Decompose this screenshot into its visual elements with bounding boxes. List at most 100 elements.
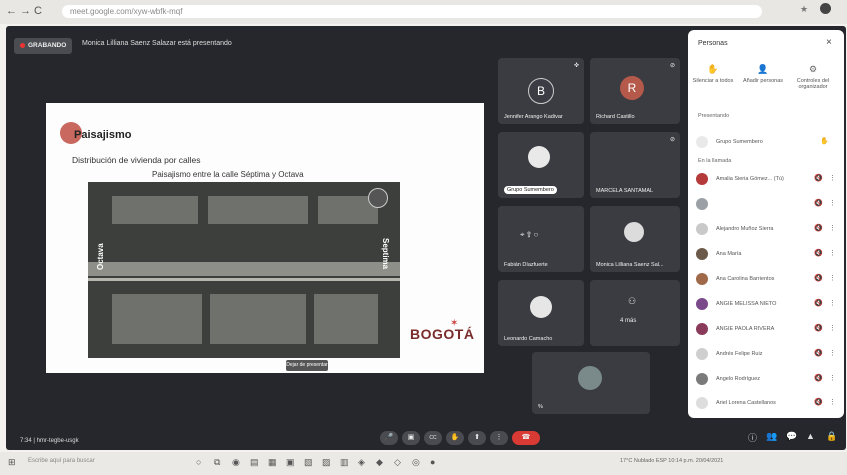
presenting-row[interactable]: Grupo Sumembero ✋ (696, 136, 836, 150)
more-icon[interactable]: ⋮ (829, 199, 836, 207)
app-icon[interactable]: ◈ (358, 457, 365, 468)
store-icon[interactable]: ▤ (250, 457, 259, 468)
tile-name: MARCELA SANTAMAL (596, 188, 654, 194)
raise-hand-button[interactable]: ✋ (446, 431, 464, 445)
more-icon[interactable]: ⋮ (829, 349, 836, 357)
participant-row[interactable]: Ana María 🔇 ⋮ (696, 248, 836, 262)
people-icon: ⚇ (628, 296, 637, 306)
leave-call-button[interactable]: ☎ (512, 431, 540, 445)
chrome-icon[interactable]: ◉ (232, 457, 240, 468)
mic-off-icon[interactable]: 🔇 (814, 274, 823, 282)
participant-tile[interactable]: ⌖ ⇧ ○ Fabián Díazfuerte (498, 206, 584, 272)
host-controls-button[interactable]: ⚙ Controles del organizador (790, 64, 836, 90)
microphone-icon: 🎤 (384, 434, 394, 441)
participant-tile[interactable]: Grupo Sumembero (498, 132, 584, 198)
participant-tile[interactable]: B ✜ Jennifer Arango Kadivar (498, 58, 584, 124)
more-icon[interactable]: ⋮ (829, 398, 836, 406)
panel-title: Personas (698, 40, 728, 47)
participant-tile[interactable]: Monica Lilliana Saenz Sal... (590, 206, 680, 272)
participant-row[interactable]: 🔇 ⋮ (696, 198, 836, 212)
chat-icon[interactable]: 💬 (786, 431, 797, 442)
tile-name: Jennifer Arango Kadivar (504, 114, 563, 120)
powerpoint-icon[interactable]: ▨ (322, 457, 331, 468)
participant-tile[interactable]: R ⊘ Richard Castillo (590, 58, 680, 124)
task-view-icon[interactable]: ⧉ (214, 457, 220, 468)
participant-row[interactable]: Alejandro Muñoz Sierra 🔇 ⋮ (696, 223, 836, 237)
participant-row[interactable]: Andrés Felipe Ruiz 🔇 ⋮ (696, 348, 836, 362)
more-icon[interactable]: ⋮ (829, 174, 836, 182)
more-options-button[interactable]: ⋮ (490, 431, 508, 445)
taskbar-search[interactable]: Escribe aquí para buscar (28, 458, 178, 464)
mic-off-icon[interactable]: 🔇 (814, 199, 823, 207)
pin-icon[interactable]: ✜ (574, 62, 579, 69)
more-icon[interactable]: ⋮ (829, 374, 836, 382)
present-button[interactable]: ⬆ (468, 431, 486, 445)
excel-icon[interactable]: ▧ (304, 457, 313, 468)
windows-start-icon[interactable]: ⊞ (8, 457, 16, 468)
mic-off-icon[interactable]: 🔇 (814, 398, 823, 406)
mute-all-button[interactable]: ✋ Silenciar a todos (690, 64, 736, 84)
more-icon[interactable]: ⋮ (829, 324, 836, 332)
app-icon[interactable]: ◎ (412, 457, 420, 468)
tile-name: Richard Castillo (596, 114, 635, 120)
system-tray[interactable]: 17°C Nublado ESP 10:14 p.m. 20/04/2021 (620, 458, 723, 464)
mic-off-icon[interactable]: 🔇 (814, 249, 823, 257)
back-icon[interactable]: ← (6, 5, 17, 17)
compass-icon (368, 188, 388, 208)
tile-controls-icon[interactable]: ⌖ ⇧ ○ (520, 230, 538, 240)
forward-icon[interactable]: → (20, 5, 31, 17)
presenting-label: Monica Lilliana Saenz Salazar está prese… (82, 40, 232, 47)
mic-off-icon[interactable]: 🔇 (814, 324, 823, 332)
participant-row[interactable]: Ana Carolina Barrientos 🔇 ⋮ (696, 273, 836, 287)
mic-off-icon[interactable]: 🔇 (814, 349, 823, 357)
mic-button[interactable]: 🎤 (380, 431, 398, 445)
more-icon[interactable]: ⋮ (829, 224, 836, 232)
explorer-icon[interactable]: ▦ (268, 457, 277, 468)
mic-off-icon: ⊘ (669, 63, 675, 69)
camera-button[interactable]: ▣ (402, 431, 420, 445)
app-icon[interactable]: ▥ (340, 457, 349, 468)
close-icon[interactable]: × (826, 37, 832, 48)
tile-name: Monica Lilliana Saenz Sal... (596, 262, 664, 268)
word-icon[interactable]: ▣ (286, 457, 295, 468)
profile-avatar[interactable] (820, 3, 831, 14)
mic-off-icon[interactable]: 🔇 (814, 299, 823, 307)
stop-presenting-button[interactable]: Dejar de presentar (286, 360, 328, 371)
more-icon[interactable]: ⋮ (829, 299, 836, 307)
mic-off-icon[interactable]: 🔇 (814, 374, 823, 382)
participant-row[interactable]: Angelo Rodríguez 🔇 ⋮ (696, 373, 836, 387)
activities-icon[interactable]: ▲ (806, 431, 815, 441)
app-icon[interactable]: ● (430, 457, 435, 467)
mic-off-icon[interactable]: 🔇 (814, 224, 823, 232)
participant-name: Andrés Felipe Ruiz (716, 351, 763, 357)
participant-row[interactable]: ANGIE PAOLA RIVERA 🔇 ⋮ (696, 323, 836, 337)
cortana-icon[interactable]: ○ (196, 457, 201, 467)
slide-caption: Paisajismo entre la calle Séptima y Octa… (152, 170, 304, 179)
avatar (696, 136, 708, 148)
info-icon[interactable]: ⓘ (748, 431, 757, 444)
app-icon[interactable]: ◇ (394, 457, 401, 468)
self-tile[interactable]: % (532, 352, 650, 414)
slide-subtitle: Distribución de vivienda por calles (72, 155, 201, 165)
reload-icon[interactable]: C (34, 5, 42, 17)
lock-icon[interactable]: 🔒 (826, 431, 837, 442)
add-people-button[interactable]: 👤 Añadir personas (740, 64, 786, 84)
captions-button[interactable]: CC (424, 431, 442, 445)
participant-tile[interactable]: Leonardo Camacho (498, 280, 584, 346)
more-icon[interactable]: ⋮ (829, 274, 836, 282)
more-icon[interactable]: ⋮ (829, 249, 836, 257)
avatar: R (620, 76, 644, 100)
participant-row[interactable]: Ariel Lorena Castellanos 🔇 ⋮ (696, 397, 836, 411)
participant-tile[interactable]: ⊘ MARCELA SANTAMAL (590, 132, 680, 198)
app-icon[interactable]: ◆ (376, 457, 383, 468)
captions-icon: CC (429, 435, 437, 441)
mic-off-icon[interactable]: 🔇 (814, 174, 823, 182)
extensions-icon[interactable]: ★ (800, 4, 808, 15)
participant-row[interactable]: ANGIE MELISSA NIETO 🔇 ⋮ (696, 298, 836, 312)
people-icon[interactable]: 👥 (766, 431, 777, 442)
present-icon: ⬆ (474, 434, 480, 441)
participant-row[interactable]: Amalia Sieria Gómez... (Tú) 🔇 ⋮ (696, 173, 836, 187)
address-bar[interactable]: meet.google.com/xyw-wbfk-mqf (62, 5, 762, 18)
more-participants-tile[interactable]: ⚇ 4 más (590, 280, 680, 346)
avatar (696, 373, 708, 385)
